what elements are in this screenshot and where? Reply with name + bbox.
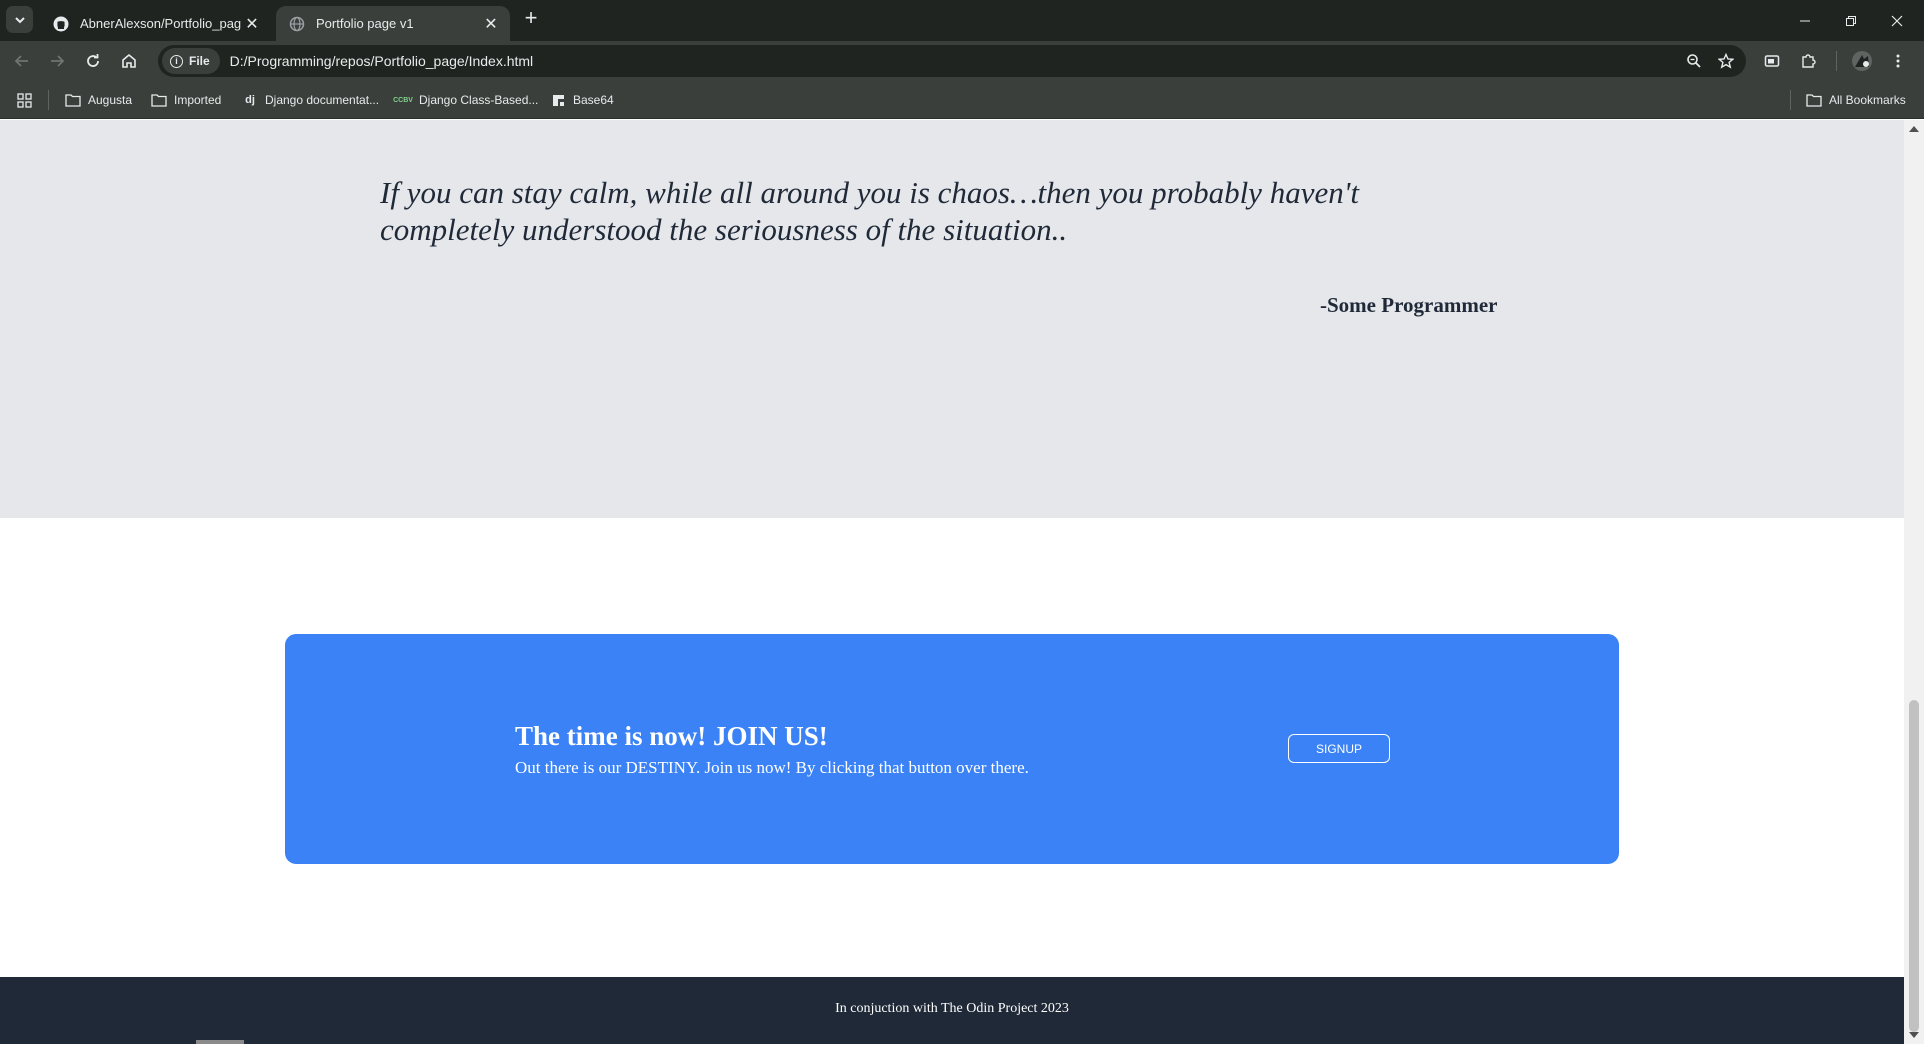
folder-icon — [151, 92, 167, 108]
scroll-up-arrow-icon[interactable] — [1909, 126, 1919, 132]
info-icon: i — [170, 54, 183, 68]
cta-subtitle: Out there is our DESTINY. Join us now! B… — [515, 758, 1029, 777]
chevron-down-icon — [14, 16, 25, 23]
all-bookmarks-button[interactable]: All Bookmarks — [1806, 89, 1906, 111]
home-button[interactable] — [113, 45, 145, 77]
tab-strip: AbnerAlexson/Portfolio_page ✕ Portfolio … — [0, 0, 1924, 41]
bookmark-augusta[interactable]: Augusta — [65, 89, 132, 111]
cast-button[interactable] — [1756, 45, 1788, 77]
tab-search-button[interactable] — [6, 6, 33, 33]
menu-button[interactable] — [1882, 45, 1914, 77]
bookmark-imported[interactable]: Imported — [151, 89, 221, 111]
page-footer: In conjuction with The Odin Project 2023 — [0, 977, 1904, 1044]
url-text[interactable]: D:/Programming/repos/Portfolio_page/Inde… — [230, 53, 1678, 69]
page-viewport: If you can stay calm, while all around y… — [0, 120, 1904, 1044]
django-icon: dj — [245, 94, 255, 106]
folder-icon — [1806, 92, 1822, 108]
zoom-icon[interactable] — [1678, 45, 1710, 77]
site-info-chip[interactable]: i File — [162, 48, 220, 74]
close-tab-icon[interactable]: ✕ — [241, 13, 263, 35]
apps-button[interactable] — [17, 89, 32, 111]
globe-icon — [288, 15, 306, 33]
browser-toolbar: i File D:/Programming/repos/Portfolio_pa… — [0, 41, 1924, 81]
apps-grid-icon — [17, 92, 32, 108]
bookmark-label: Django Class-Based... — [419, 93, 539, 107]
close-window-button[interactable] — [1874, 0, 1920, 41]
bookmark-django-docs[interactable]: dj Django documentat... — [242, 89, 379, 111]
bookmark-label: Imported — [174, 93, 222, 107]
bookmark-label: Base64 — [573, 93, 614, 107]
bookmark-label: Django documentat... — [265, 93, 380, 107]
reload-button[interactable] — [77, 45, 109, 77]
ccbv-icon: CCBV — [393, 96, 413, 104]
tab-title: Portfolio page v1 — [316, 16, 414, 31]
bookmark-base64[interactable]: Base64 — [550, 89, 614, 111]
github-icon — [52, 15, 70, 33]
avatar — [1852, 51, 1872, 71]
scroll-down-arrow-icon[interactable] — [1909, 1032, 1919, 1038]
bookmark-django-cbv[interactable]: CCBV Django Class-Based... — [393, 89, 539, 111]
kebab-menu-icon — [1896, 54, 1900, 68]
vertical-scrollbar-thumb[interactable] — [1909, 700, 1919, 1032]
vertical-scrollbar[interactable] — [1904, 120, 1924, 1044]
forward-button[interactable] — [41, 45, 73, 77]
close-icon — [1891, 15, 1903, 26]
cta-banner: The time is now! JOIN US! Out there is o… — [285, 634, 1619, 864]
arrow-left-icon — [14, 55, 28, 67]
folder-icon — [65, 92, 81, 108]
minimize-button[interactable] — [1782, 0, 1828, 41]
horizontal-scrollbar-thumb[interactable] — [196, 1040, 244, 1044]
minimize-icon — [1800, 20, 1810, 21]
restore-button[interactable] — [1828, 0, 1874, 41]
bookmark-star-icon[interactable] — [1710, 45, 1742, 77]
new-tab-button[interactable]: + — [520, 7, 542, 30]
back-button[interactable] — [6, 45, 38, 77]
quote-section: If you can stay calm, while all around y… — [0, 120, 1904, 518]
cta-title: The time is now! JOIN US! — [515, 721, 828, 751]
footer-text: In conjuction with The Odin Project 2023 — [835, 1001, 1069, 1016]
bookmark-label: Augusta — [88, 93, 133, 107]
tab-portfolio[interactable]: Portfolio page v1 ✕ — [276, 6, 510, 41]
home-icon — [122, 53, 136, 68]
address-bar[interactable]: i File D:/Programming/repos/Portfolio_pa… — [158, 45, 1746, 77]
all-bookmarks-label: All Bookmarks — [1829, 93, 1906, 107]
tab-title: AbnerAlexson/Portfolio_page — [80, 16, 241, 31]
reload-icon — [87, 54, 99, 67]
arrow-right-icon — [51, 55, 65, 67]
scheme-label: File — [189, 54, 210, 68]
profile-button[interactable] — [1846, 45, 1878, 77]
base64-icon — [550, 92, 566, 108]
quote-text: If you can stay calm, while all around y… — [380, 175, 1359, 247]
sidepanel-icon — [1764, 55, 1780, 67]
signup-button[interactable]: SIGNUP — [1288, 734, 1390, 763]
quote-author: -Some Programmer — [1320, 293, 1498, 317]
close-tab-icon[interactable]: ✕ — [480, 13, 502, 35]
restore-icon — [1846, 15, 1856, 26]
puzzle-icon — [1802, 54, 1816, 68]
extensions-button[interactable] — [1792, 45, 1824, 77]
bookmarks-bar: Augusta Imported dj Django documentat...… — [0, 81, 1924, 119]
tab-github[interactable]: AbnerAlexson/Portfolio_page ✕ — [40, 6, 271, 41]
